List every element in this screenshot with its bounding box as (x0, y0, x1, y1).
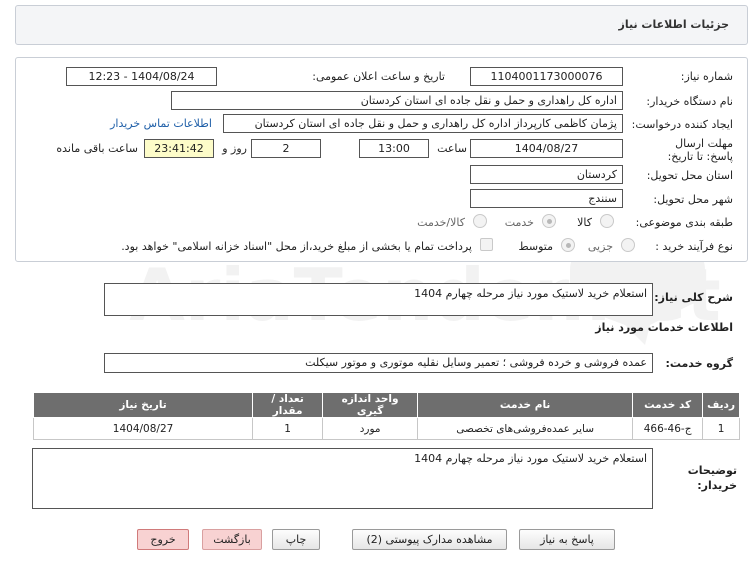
cell-service-code: ج-46-466 (632, 417, 704, 440)
city-field: سنندج (470, 189, 623, 208)
treasury-payment-note: پرداخت تمام یا بخشی از مبلغ خرید،از محل … (121, 240, 472, 253)
buyer-org-label: نام دستگاه خریدار: (646, 95, 733, 108)
back-button[interactable]: بازگشت (202, 529, 262, 550)
service-group-field: عمده فروشی و خرده فروشی ؛ تعمیر وسایل نق… (104, 353, 653, 373)
category-option-goods: کالا (577, 216, 592, 229)
deadline-time-label: ساعت (437, 142, 467, 155)
summary-label: شرح کلی نیاز: (654, 291, 733, 304)
col-need-date: تاریخ نیاز (32, 392, 254, 418)
days-label: روز و (222, 142, 247, 155)
process-radio-medium[interactable] (561, 238, 575, 252)
remaining-time-field: 23:41:42 (144, 139, 214, 158)
summary-field: استعلام خرید لاستیک مورد نیاز مرحله چهار… (104, 283, 653, 316)
category-radio-goods-service[interactable] (473, 214, 487, 228)
cell-need-date: 1404/08/27 (32, 417, 254, 440)
buyer-notes-field: استعلام خرید لاستیک مورد نیاز مرحله چهار… (32, 448, 653, 509)
category-label: طبقه بندی موضوعی: (635, 216, 733, 229)
process-radio-minor[interactable] (621, 238, 635, 252)
cell-service-name: سایر عمده‌فروشی‌های تخصصی (417, 417, 634, 440)
need-number-field: 1104001173000076 (470, 67, 623, 86)
category-radio-goods[interactable] (600, 214, 614, 228)
province-label: استان محل تحویل: (646, 169, 733, 182)
col-quantity: تعداد / مقدار (252, 392, 324, 418)
page-header: جزئیات اطلاعات نیاز (15, 5, 748, 45)
category-option-service: خدمت (504, 216, 534, 229)
page-title: جزئیات اطلاعات نیاز (618, 18, 730, 31)
process-option-minor: جزیی (587, 240, 613, 253)
contact-buyer-link[interactable]: اطلاعات تماس خریدار (110, 117, 212, 130)
exit-button[interactable]: خروج (137, 529, 189, 550)
announce-field: 1404/08/24 - 12:23 (66, 67, 217, 86)
services-table: ردیف کد خدمت نام خدمت واحد اندازه گیری ت… (32, 392, 740, 440)
buyer-org-field: اداره کل راهداری و حمل و نقل جاده ای است… (171, 91, 623, 110)
view-attachments-button[interactable]: مشاهده مدارک پیوستی (2) (352, 529, 507, 550)
table-header-row: ردیف کد خدمت نام خدمت واحد اندازه گیری ت… (32, 392, 740, 418)
deadline-time-field: 13:00 (359, 139, 429, 158)
province-field: کردستان (470, 165, 623, 184)
category-radio-service[interactable] (542, 214, 556, 228)
service-group-label: گروه خدمت: (665, 357, 733, 370)
table-row: 1 ج-46-466 سایر عمده‌فروشی‌های تخصصی مور… (32, 417, 740, 440)
col-service-name: نام خدمت (417, 392, 634, 418)
process-label: نوع فرآیند خرید : (655, 240, 733, 253)
need-number-label: شماره نیاز: (680, 70, 733, 83)
col-unit: واحد اندازه گیری (322, 392, 419, 418)
buyer-notes-label: توضیحات خریدار: (687, 464, 737, 492)
print-button[interactable]: چاپ (272, 529, 320, 550)
services-section-title: اطلاعات خدمات مورد نیاز (595, 321, 733, 334)
cell-unit: مورد (322, 417, 419, 440)
reply-button[interactable]: پاسخ به نیاز (519, 529, 615, 550)
remaining-label: ساعت باقی مانده (56, 142, 138, 155)
cell-row: 1 (702, 417, 740, 440)
deadline-date-field: 1404/08/27 (470, 139, 623, 158)
col-row: ردیف (702, 392, 740, 418)
category-option-goods-service: کالا/خدمت (417, 216, 465, 229)
cell-quantity: 1 (252, 417, 324, 440)
creator-label: ایجاد کننده درخواست: (631, 118, 733, 131)
deadline-label: مهلت ارسال پاسخ: تا تاریخ: (667, 137, 733, 163)
creator-field: پژمان کاظمی کارپرداز اداره کل راهداری و … (223, 114, 623, 133)
process-option-medium: متوسط (518, 240, 553, 253)
info-panel (15, 57, 748, 262)
col-service-code: کد خدمت (632, 392, 704, 418)
days-field: 2 (251, 139, 321, 158)
treasury-payment-checkbox[interactable] (480, 238, 493, 251)
announce-label: تاریخ و ساعت اعلان عمومی: (312, 70, 445, 83)
city-label: شهر محل تحویل: (653, 193, 733, 206)
